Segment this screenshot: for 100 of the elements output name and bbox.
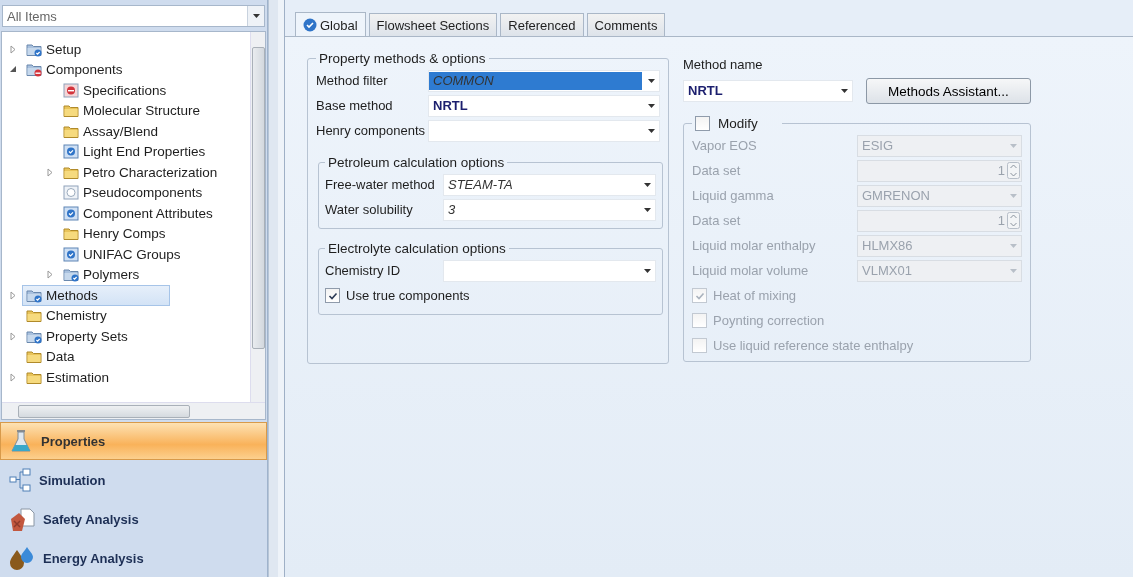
caret-icon [1010, 143, 1017, 148]
field-label: Vapor EOS [692, 138, 758, 153]
folder-error-icon [26, 62, 42, 78]
form-check-icon [63, 144, 79, 160]
tree-item[interactable]: Polymers [59, 264, 144, 286]
dropdown[interactable]: NRTL [683, 80, 853, 102]
caret-icon [252, 14, 260, 18]
tree-item[interactable]: Components [22, 59, 127, 81]
group-title: Property methods & options [318, 51, 487, 66]
folder-icon [26, 349, 42, 365]
group-title: Petroleum calculation options [327, 155, 506, 170]
caret-icon [648, 103, 655, 108]
checkbox-label: Heat of mixing [713, 288, 797, 303]
caret-icon [840, 89, 848, 93]
folder-icon [63, 103, 79, 119]
spinner-icon [1007, 212, 1020, 229]
tree-item[interactable]: Henry Comps [59, 223, 170, 245]
field-label: Liquid molar enthalpy [692, 238, 817, 253]
dropdown[interactable]: STEAM-TA [443, 173, 656, 196]
collapsed-icon[interactable] [9, 331, 17, 341]
tab[interactable]: Global [295, 12, 366, 37]
tab[interactable]: Referenced [500, 13, 584, 36]
form-error-icon [63, 82, 79, 98]
field-label: Base method [316, 98, 394, 113]
hazard-document-icon [9, 507, 35, 531]
caret-icon [644, 207, 651, 212]
drops-icon [9, 546, 35, 570]
field-label: Free-water method [325, 177, 436, 192]
dropdown[interactable] [443, 259, 656, 282]
dropdown[interactable] [428, 119, 660, 142]
checkbox-label: Poynting correction [713, 313, 825, 328]
horizontal-scrollbar[interactable] [2, 402, 265, 419]
folder-check-icon [26, 287, 42, 303]
tree-item[interactable]: Pseudocomponents [59, 182, 207, 204]
tree-item[interactable]: Estimation [22, 366, 114, 388]
tree-item[interactable]: Specifications [59, 79, 171, 101]
tab[interactable]: Flowsheet Sections [368, 13, 498, 36]
field-label: Water solubility [325, 202, 414, 217]
collapsed-icon[interactable] [9, 44, 17, 54]
field-label: Henry components [316, 123, 427, 138]
form-check-icon [63, 205, 79, 221]
dropdown[interactable]: NRTL [428, 94, 660, 117]
methods-assistant-button[interactable]: Methods Assistant... [865, 78, 1031, 104]
tree-item[interactable]: Methods [22, 284, 170, 306]
collapsed-icon[interactable] [46, 167, 54, 177]
folder-icon [26, 369, 42, 385]
checkmark-icon [327, 291, 338, 300]
tree-item[interactable]: Assay/Blend [59, 120, 163, 142]
tree-item[interactable]: Property Sets [22, 325, 132, 347]
folder-icon [63, 226, 79, 242]
flask-icon [9, 429, 33, 453]
field-label: Liquid gamma [692, 188, 775, 203]
collapsed-icon[interactable] [9, 290, 17, 300]
folder-icon [63, 123, 79, 139]
field-label: Method filter [316, 73, 389, 88]
folder-icon [26, 308, 42, 324]
tree-item[interactable]: Molecular Structure [59, 100, 205, 122]
folder-check-icon [63, 267, 79, 283]
caret-icon [1010, 193, 1017, 198]
filter-dropdown[interactable]: All Items [2, 5, 265, 27]
caret-icon [644, 268, 651, 273]
checkbox-label: Use liquid reference state enthalpy [713, 338, 914, 353]
tree-item[interactable]: Setup [22, 38, 86, 60]
section-button[interactable]: Safety Analysis [0, 500, 267, 538]
tree-item[interactable]: UNIFAC Groups [59, 243, 185, 265]
group-title: Electrolyte calculation options [327, 241, 507, 256]
section-button[interactable]: Properties [0, 422, 267, 460]
checkbox[interactable] [325, 288, 340, 303]
tab[interactable]: Comments [586, 13, 666, 36]
caret-icon [1010, 268, 1017, 273]
checkbox-label: Modify [718, 116, 758, 131]
check-icon [303, 18, 317, 32]
dropdown[interactable]: 3 [443, 198, 656, 221]
checkbox-label: Use true components [346, 288, 470, 303]
spinner-icon [1007, 162, 1020, 179]
tree-item[interactable]: Chemistry [22, 305, 111, 327]
field-label: Data set [692, 163, 742, 178]
folder-check-icon [26, 328, 42, 344]
folder-icon [63, 164, 79, 180]
field-label: Method name [683, 57, 764, 72]
caret-icon [1010, 243, 1017, 248]
tree-item[interactable]: Light End Properties [59, 141, 210, 163]
vertical-scrollbar[interactable] [250, 32, 265, 402]
expanded-icon[interactable] [9, 65, 17, 75]
field-label: Chemistry ID [325, 263, 402, 278]
caret-icon [644, 182, 651, 187]
flowchart-icon [9, 468, 31, 492]
collapsed-icon[interactable] [9, 372, 17, 382]
collapsed-icon[interactable] [46, 270, 54, 280]
tree-item[interactable]: Component Attributes [59, 202, 217, 224]
field-label: Data set [692, 213, 742, 228]
caret-icon [648, 128, 655, 133]
checkbox[interactable] [695, 116, 710, 131]
section-button[interactable]: Simulation [0, 461, 267, 499]
field-label: Liquid molar volume [692, 263, 810, 278]
splitter[interactable] [268, 0, 285, 577]
tree-item[interactable]: Data [22, 346, 79, 368]
tree-item[interactable]: Petro Characterization [59, 161, 222, 183]
checkmark-icon [694, 291, 705, 300]
section-button[interactable]: Energy Analysis [0, 539, 267, 577]
